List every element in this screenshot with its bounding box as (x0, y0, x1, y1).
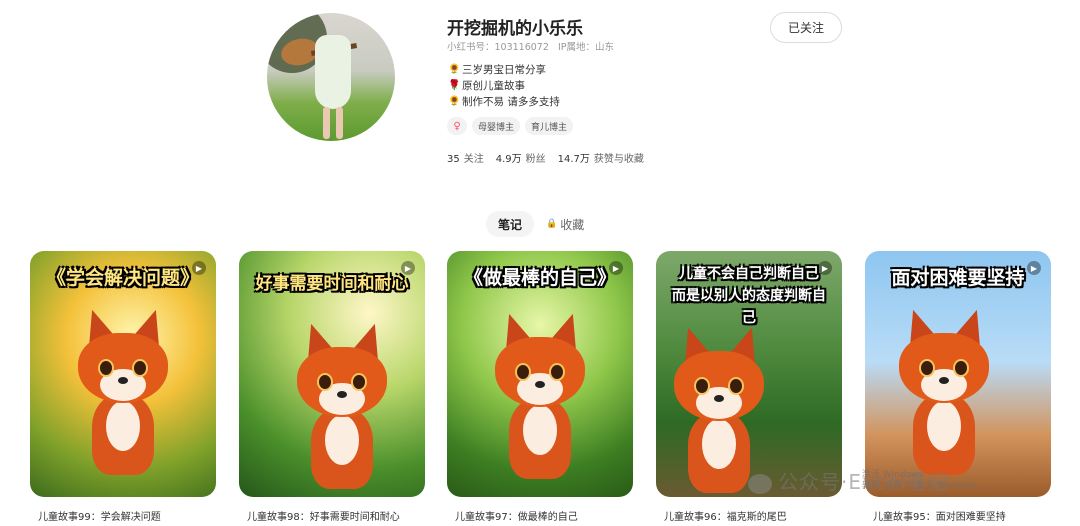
cover-title: 《学会解决问题》 (46, 267, 199, 289)
stat-following[interactable]: 35 关注 (447, 150, 484, 165)
note-card[interactable]: 《学会解决问题》 ▶ 儿童故事99：学会解决问题 (30, 251, 216, 523)
bio-text: 原创儿童故事 (462, 80, 525, 92)
sunflower-icon: 🌻 (448, 96, 461, 107)
bio-line: 🌹 原创儿童故事 (448, 78, 560, 94)
note-cover[interactable]: 儿童不会自己判断自己 而是以别人的态度判断自己 ▶ (656, 251, 842, 497)
fox-illustration (897, 304, 993, 483)
note-title[interactable]: 儿童故事99：学会解决问题 (30, 508, 216, 523)
profile-avatar[interactable] (267, 13, 395, 141)
note-title[interactable]: 儿童故事97：做最棒的自己 (447, 508, 633, 523)
wechat-logo-icon (748, 473, 772, 494)
tab-notes[interactable]: 笔记 (486, 211, 534, 237)
avatar-person (315, 35, 351, 109)
cover-title: 儿童不会自己判断自己 而是以别人的态度判断自己 (672, 266, 826, 326)
bio-line: 🌻 三岁男宝日常分享 (448, 62, 560, 78)
play-icon: ▶ (192, 261, 206, 275)
note-title[interactable]: 儿童故事95：面对困难要坚持 (865, 508, 1051, 523)
stat-followers[interactable]: 4.9万 粉丝 (496, 150, 546, 165)
profile-tabs: 笔记 🔒 收藏 (0, 211, 1080, 237)
profile-tags: ♀ 母婴博主 育儿博主 (447, 117, 574, 135)
stat-label: 粉丝 (525, 154, 546, 165)
cover-title: 《做最棒的自己》 (463, 267, 616, 289)
note-cover[interactable]: 《做最棒的自己》 ▶ (447, 251, 633, 497)
bio-line: 🌻 制作不易 请多多支持 (448, 94, 560, 110)
note-card[interactable]: 好事需要时间和耐心 ▶ 儿童故事98：好事需要时间和耐心 (239, 251, 425, 523)
stat-value: 35 (447, 154, 460, 165)
note-title[interactable]: 儿童故事96：福克斯的尾巴 (656, 508, 842, 523)
female-gender-icon: ♀ (447, 117, 467, 135)
profile-meta: 小红书号：103116072 IP属地：山东 (447, 39, 620, 53)
cover-title: 面对困难要坚持 (891, 267, 1025, 289)
profile-bio: 🌻 三岁男宝日常分享 🌹 原创儿童故事 🌻 制作不易 请多多支持 (448, 62, 560, 110)
profile-id: 小红书号：103116072 (447, 42, 549, 53)
fox-illustration (295, 318, 391, 497)
follow-button[interactable]: 已关注 (770, 12, 842, 43)
profile-nickname: 开挖掘机的小乐乐 (447, 19, 583, 39)
play-icon: ▶ (1027, 261, 1041, 275)
avatar-leg (336, 107, 343, 139)
profile-ip-location: IP属地：山东 (557, 42, 614, 53)
rose-icon: 🌹 (448, 80, 461, 91)
play-icon: ▶ (818, 261, 832, 275)
note-cover[interactable]: 《学会解决问题》 ▶ (30, 251, 216, 497)
play-icon: ▶ (609, 261, 623, 275)
stat-value: 4.9万 (495, 154, 522, 165)
fox-illustration (493, 308, 589, 487)
note-title[interactable]: 儿童故事98：好事需要时间和耐心 (239, 508, 425, 523)
avatar-leg (323, 107, 330, 139)
stat-likes-collects[interactable]: 14.7万 获赞与收藏 (558, 150, 644, 165)
note-cover[interactable]: 面对困难要坚持 ▶ (865, 251, 1051, 497)
lock-icon: 🔒 (546, 219, 558, 229)
tab-collect[interactable]: 🔒 收藏 (546, 211, 584, 237)
stat-label: 关注 (463, 154, 484, 165)
profile-tag[interactable]: 母婴博主 (472, 117, 521, 135)
profile-stats: 35 关注 4.9万 粉丝 14.7万 获赞与收藏 (447, 150, 644, 165)
cover-title: 好事需要时间和耐心 (255, 274, 409, 294)
bio-text: 三岁男宝日常分享 (462, 64, 546, 76)
stat-value: 14.7万 (557, 154, 590, 165)
fox-illustration (76, 304, 172, 483)
note-cover[interactable]: 好事需要时间和耐心 ▶ (239, 251, 425, 497)
activation-line: 转到"设置"以激活 Windows。 (862, 481, 986, 491)
note-card[interactable]: 《做最棒的自己》 ▶ 儿童故事97：做最棒的自己 (447, 251, 633, 523)
play-icon: ▶ (401, 261, 415, 275)
profile-tag[interactable]: 育儿博主 (525, 117, 574, 135)
bio-text: 制作不易 请多多支持 (462, 96, 560, 108)
activation-line: 激活 Windows (862, 470, 924, 480)
sunflower-icon: 🌻 (448, 64, 461, 75)
tab-collect-label: 收藏 (560, 217, 585, 232)
windows-activation-notice: 激活 Windows 转到"设置"以激活 Windows。 (862, 470, 985, 492)
stat-label: 获赞与收藏 (593, 154, 644, 165)
